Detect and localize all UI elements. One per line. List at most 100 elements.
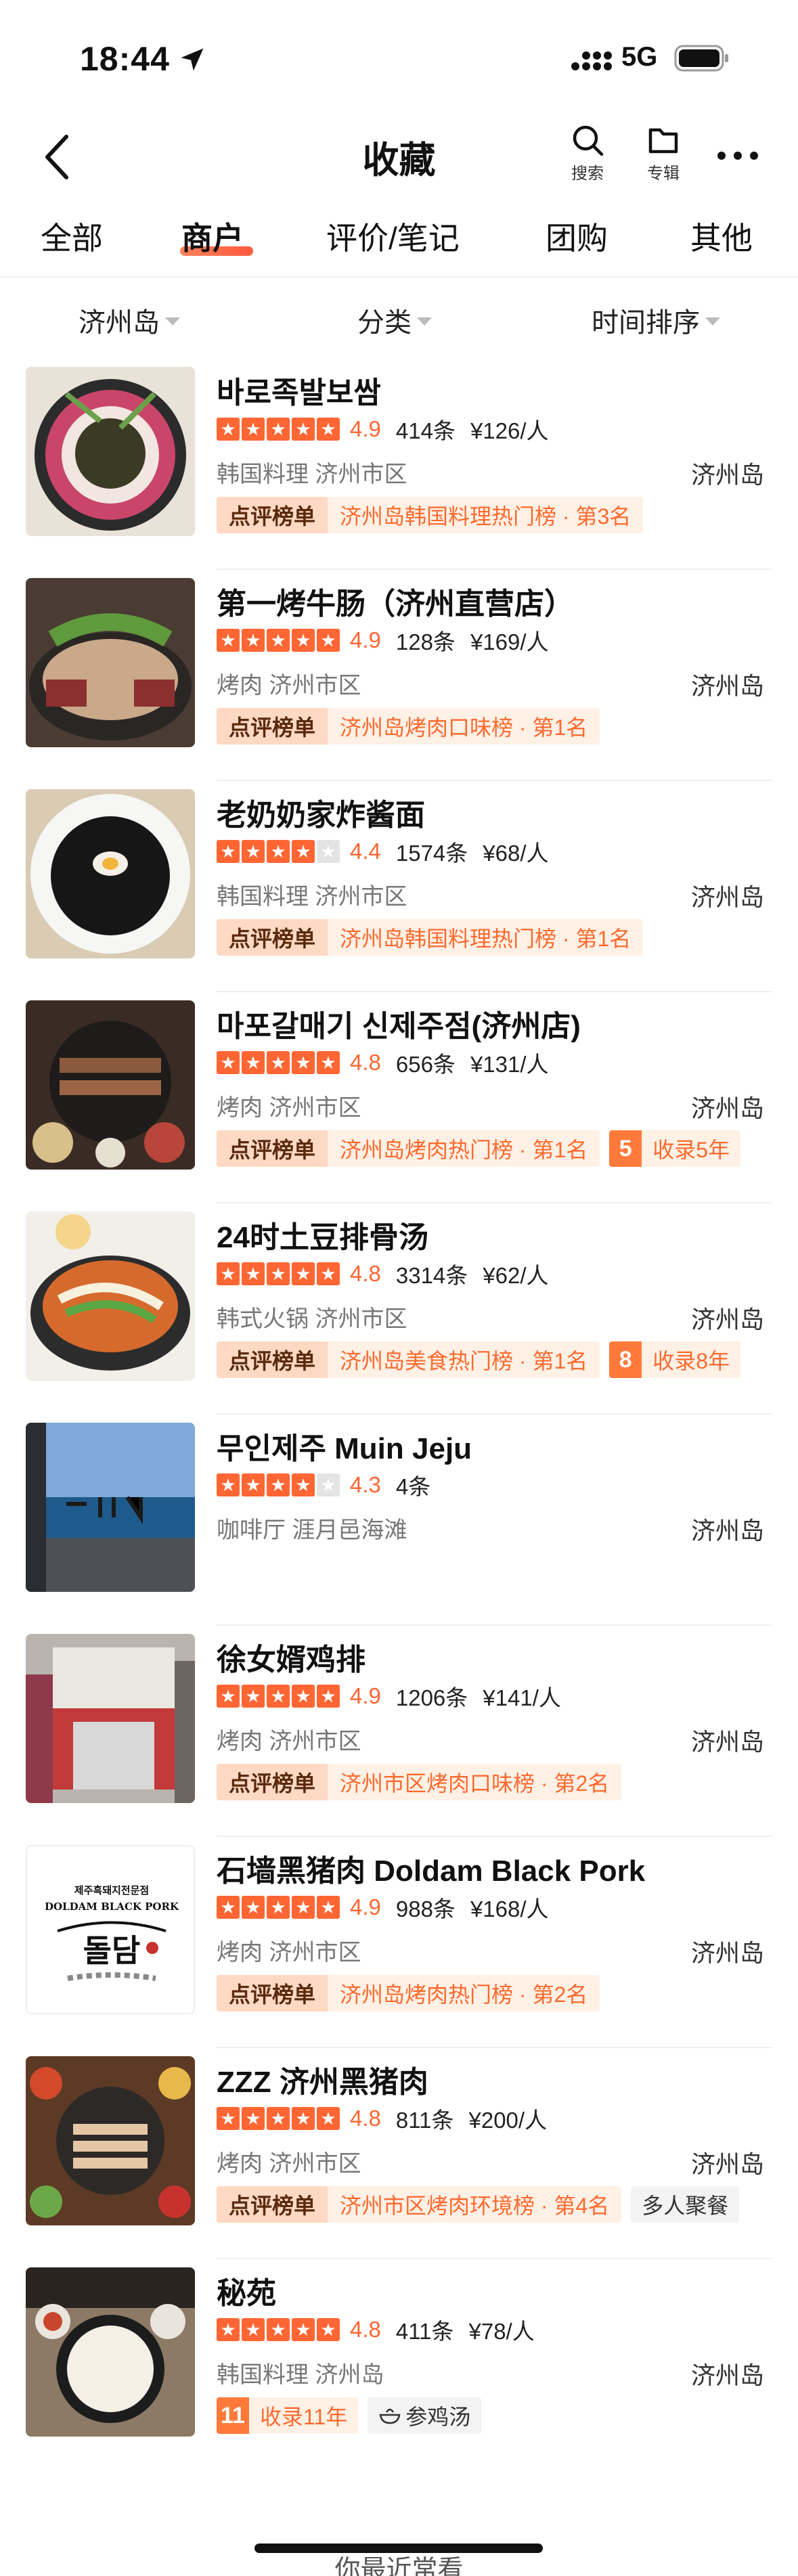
tab-reviews-notes[interactable]: 评价/笔记 xyxy=(326,214,460,259)
ranking-badge[interactable]: 点评榜单 济州岛烤肉热门榜 · 第2名 xyxy=(217,1975,600,2012)
rating-score: 4.9 xyxy=(350,1894,381,1919)
sort-filter[interactable]: 时间排序 xyxy=(592,301,720,340)
region-filter[interactable]: 济州岛 xyxy=(79,301,180,340)
ranking-badge-head: 点评榜单 xyxy=(217,2186,328,2223)
recent-views-heading: 你最近常看 xyxy=(334,2556,464,2576)
folder-icon xyxy=(648,128,678,154)
tag-row: 点评榜单 济州岛烤肉口味榜 · 第1名 xyxy=(217,708,609,745)
ranking-badge[interactable]: 点评榜单 济州市区烤肉环境榜 · 第4名 xyxy=(217,2186,622,2223)
merchant-name: 第一烤牛肠（济州直营店） xyxy=(217,587,574,621)
tab-all[interactable]: 全部 xyxy=(41,214,103,259)
merchant-category: 烤肉 济州市区 xyxy=(217,1095,361,1121)
ranking-badge-text: 济州市区烤肉环境榜 · 第4名 xyxy=(328,2186,622,2223)
avg-price: ¥169/人 xyxy=(470,629,549,654)
merchant-item[interactable]: ZZZ 济州黑猪肉 ★ ★ ★ ★ ★ 4.8 811条 ¥200/人 烤肉 济州市区 … xyxy=(0,2048,798,2259)
tab-merchants[interactable]: 商户 xyxy=(181,214,244,259)
star-icon: ★ xyxy=(292,2318,315,2341)
tab-bar: 全部 商户 评价/笔记 团购 其他 xyxy=(0,207,798,275)
star-icon: ★ xyxy=(242,2107,265,2130)
merchant-region: 济州岛 xyxy=(690,461,764,489)
more-icon[interactable] xyxy=(712,142,763,169)
ranking-badge[interactable]: 点评榜单 济州市区烤肉口味榜 · 第2名 xyxy=(217,1764,622,1800)
avg-price: ¥200/人 xyxy=(468,2108,548,2133)
network-type: 5G xyxy=(621,42,658,72)
star-empty-icon: ★ xyxy=(317,840,340,863)
star-icon: ★ xyxy=(317,629,340,652)
tag-row: 点评榜单 济州岛美食热门榜 · 第1名 8 收录8年 xyxy=(217,1341,750,1378)
star-icon: ★ xyxy=(217,629,240,652)
search-button[interactable]: 搜索 xyxy=(560,122,615,183)
star-icon: ★ xyxy=(217,1051,240,1074)
merchant-photo xyxy=(26,1212,195,1381)
rating-score: 4.8 xyxy=(350,2317,381,2342)
topic-button[interactable]: 专辑 xyxy=(636,122,690,183)
caret-down-icon xyxy=(705,317,720,326)
merchant-item[interactable]: 바로족발보쌈 ★ ★ ★ ★ ★ 4.9 414条 ¥126/人 韩国料理 济州市区 济… xyxy=(0,359,798,570)
location-arrow-icon xyxy=(181,48,204,71)
merchant-region: 济州岛 xyxy=(690,1517,764,1545)
merchant-name: 徐女婿鸡排 xyxy=(217,1643,365,1676)
star-icon: ★ xyxy=(242,418,265,441)
merchant-item[interactable]: 秘苑 ★ ★ ★ ★ ★ 4.8 411条 ¥78/人 韩国料理 济州岛 济州岛 11 收… xyxy=(0,2259,798,2470)
star-icon: ★ xyxy=(267,1473,290,1496)
star-icon: ★ xyxy=(267,1685,290,1708)
avg-price: ¥126/人 xyxy=(470,418,549,443)
category-filter[interactable]: 分类 xyxy=(357,301,432,340)
merchant-photo xyxy=(26,1000,195,1170)
category-filter-label: 分类 xyxy=(357,308,412,338)
merchant-region: 济州岛 xyxy=(690,2150,764,2178)
region-filter-label: 济州岛 xyxy=(79,308,160,338)
merchant-item[interactable]: 무인제주 Muin Jeju ★ ★ ★ ★ ★ 4.3 4条 咖啡厅 涯月邑海滩 济州… xyxy=(0,1415,798,1626)
home-indicator[interactable] xyxy=(254,2544,543,2553)
star-icon: ★ xyxy=(217,840,240,863)
avg-price: ¥131/人 xyxy=(470,1052,549,1077)
years-text: 收录11年 xyxy=(249,2397,359,2434)
years-listed-badge: 5 收录5年 xyxy=(609,1130,741,1167)
tabs-divider xyxy=(0,276,798,277)
star-icon: ★ xyxy=(217,418,240,441)
ranking-badge-head: 点评榜单 xyxy=(217,497,328,533)
star-icon: ★ xyxy=(317,1896,340,1919)
ranking-badge[interactable]: 点评榜单 济州岛韩国料理热门榜 · 第3名 xyxy=(217,497,644,533)
star-icon: ★ xyxy=(292,1896,315,1919)
ranking-badge[interactable]: 点评榜单 济州岛美食热门榜 · 第1名 xyxy=(217,1341,600,1378)
merchant-item[interactable]: 第一烤牛肠（济州直营店） ★ ★ ★ ★ ★ 4.9 128条 ¥169/人 烤肉 济州… xyxy=(0,570,798,781)
star-icon: ★ xyxy=(267,418,290,441)
ranking-badge-text: 济州岛美食热门榜 · 第1名 xyxy=(328,1341,600,1378)
tab-other[interactable]: 其他 xyxy=(690,214,753,259)
star-icon: ★ xyxy=(292,1685,315,1708)
star-rating: ★ ★ ★ ★ ★ xyxy=(217,1473,342,1496)
merchant-region: 济州岛 xyxy=(690,1939,764,1967)
merchant-region: 济州岛 xyxy=(690,1306,764,1333)
ranking-badge[interactable]: 点评榜单 济州岛韩国料理热门榜 · 第1名 xyxy=(217,919,644,956)
star-rating: ★ ★ ★ ★ ★ xyxy=(217,2318,342,2341)
ranking-badge[interactable]: 点评榜单 济州岛烤肉口味榜 · 第1名 xyxy=(217,708,600,745)
tag-row: 点评榜单 济州岛烤肉热门榜 · 第2名 xyxy=(217,1975,609,2012)
merchant-name: 바로족발보쌈 xyxy=(217,376,381,409)
star-icon: ★ xyxy=(267,2318,290,2341)
merchant-meta: ★ ★ ★ ★ ★ 4.9 128条 ¥169/人 xyxy=(217,625,549,655)
back-icon[interactable] xyxy=(38,130,79,184)
tab-group-buy[interactable]: 团购 xyxy=(546,214,608,259)
merchant-meta: ★ ★ ★ ★ ★ 4.8 411条 ¥78/人 xyxy=(217,2315,535,2345)
years-text: 收录8年 xyxy=(642,1341,741,1378)
merchant-region: 济州岛 xyxy=(690,672,764,700)
ranking-badge[interactable]: 点评榜单 济州岛烤肉热门榜 · 第1名 xyxy=(217,1130,600,1167)
merchant-item[interactable]: 마포갈매기 신제주점(济州店) ★ ★ ★ ★ ★ 4.8 656条 ¥131/人 烤肉… xyxy=(0,992,798,1203)
ranking-badge-text: 济州市区烤肉口味榜 · 第2名 xyxy=(328,1764,622,1800)
ranking-badge-text: 济州岛烤肉口味榜 · 第1名 xyxy=(328,708,600,745)
years-listed-badge: 8 收录8年 xyxy=(609,1341,741,1378)
merchant-item[interactable]: 제주흑돼지전문점 DOLDAM BLACK PORK 돌담 石墙黑猪肉 Dold… xyxy=(0,1837,798,2048)
merchant-item[interactable]: 徐女婿鸡排 ★ ★ ★ ★ ★ 4.9 1206条 ¥141/人 烤肉 济州市区 济州岛… xyxy=(0,1626,798,1837)
star-icon: ★ xyxy=(317,1262,340,1285)
review-count: 988条 xyxy=(395,1896,456,1922)
merchant-item[interactable]: 24时土豆排骨汤 ★ ★ ★ ★ ★ 4.8 3314条 ¥62/人 韩式火锅 济州市区… xyxy=(0,1203,798,1415)
merchant-meta: ★ ★ ★ ★ ★ 4.9 414条 ¥126/人 xyxy=(217,414,549,444)
star-icon: ★ xyxy=(267,2107,290,2130)
merchant-name: 무인제주 Muin Jeju xyxy=(217,1432,472,1465)
merchant-category: 韩国料理 济州市区 xyxy=(217,884,407,910)
merchant-item[interactable]: 老奶奶家炸酱面 ★ ★ ★ ★ ★ 4.4 1574条 ¥68/人 韩国料理 济州市区 … xyxy=(0,781,798,992)
star-icon: ★ xyxy=(317,2107,340,2130)
merchant-name: ZZZ 济州黑猪肉 xyxy=(217,2066,428,2099)
search-icon xyxy=(573,125,604,156)
